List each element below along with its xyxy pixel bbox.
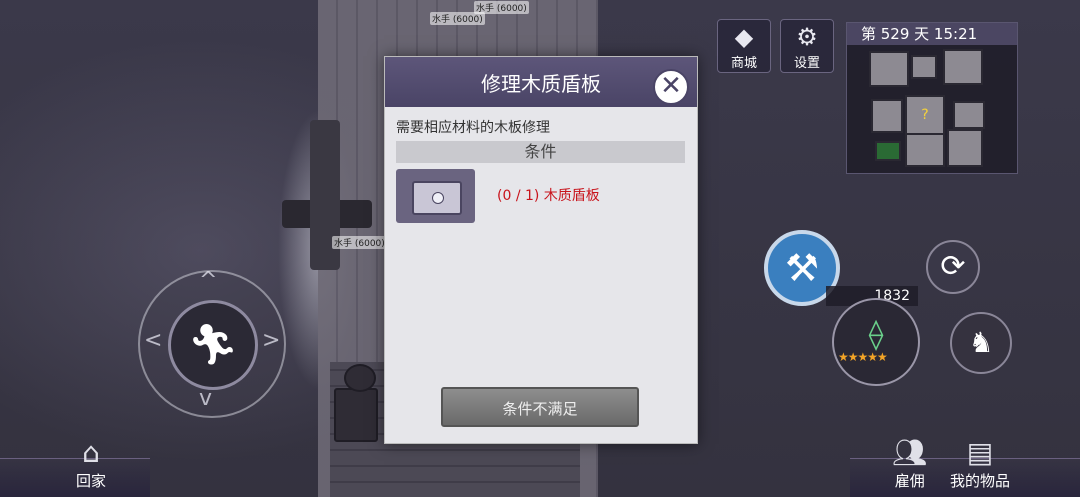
deck-crate: [334, 388, 378, 442]
minimap-room-unknown: ?: [905, 95, 945, 135]
dialog-title: 修理木质盾板: [385, 57, 697, 107]
hammer-wrench-icon: ⚒: [784, 246, 820, 290]
chest-icon: ▤: [966, 436, 994, 469]
group-icon: 👥︎: [892, 436, 928, 469]
house-icon: ⌂: [82, 436, 100, 469]
settings-button[interactable]: ⚙ 设置: [780, 19, 834, 73]
minimap-room: [911, 55, 937, 79]
pet-button[interactable]: ♞: [950, 312, 1012, 374]
weapon-stars: ★★★★★: [838, 350, 888, 364]
day-time-display: 第 529 天 15:21: [847, 23, 1017, 45]
home-label: 回家: [76, 472, 107, 490]
required-item-slot[interactable]: [396, 169, 475, 223]
diamond-icon: ◆: [734, 23, 754, 51]
minimap-room: [871, 99, 903, 133]
crew-label: 水手 (6000): [332, 236, 387, 249]
arrow-up-icon: ^: [199, 268, 218, 293]
arrow-left-icon: <: [144, 328, 163, 353]
wooden-shield-icon: [412, 181, 462, 215]
minimap-room: [869, 51, 909, 87]
running-man-icon: 🏃︎: [187, 322, 239, 368]
dialog-description: 需要相应材料的木板修理: [396, 120, 550, 136]
close-button[interactable]: ✕: [653, 69, 689, 105]
confirm-repair-button[interactable]: 条件不满足: [441, 387, 639, 427]
shop-button[interactable]: ◆ 商城: [717, 19, 771, 73]
gear-icon: ⚙: [796, 23, 818, 51]
hire-button[interactable]: 👥︎ 雇佣: [892, 436, 928, 491]
requirement-text: (0 / 1) 木质盾板: [497, 188, 600, 204]
minimap-room: [943, 49, 983, 85]
minimap[interactable]: 第 529 天 15:21 ?: [846, 22, 1018, 174]
minimap-room: [905, 133, 945, 167]
refresh-icon: ⟳: [940, 249, 966, 284]
refresh-button[interactable]: ⟳: [926, 240, 980, 294]
deck-barrel: [344, 364, 376, 392]
inventory-label: 我的物品: [950, 472, 1011, 490]
crew-label: 水手 (6000): [474, 1, 529, 14]
settings-label: 设置: [793, 56, 820, 71]
minimap-room: [953, 101, 985, 129]
weapon-slot[interactable]: ⟠: [832, 298, 920, 386]
sprint-button[interactable]: 🏃︎: [168, 300, 258, 390]
close-icon: ✕: [660, 71, 682, 101]
bottom-bar-left: [0, 458, 150, 497]
beast-icon: ♞: [968, 326, 994, 359]
repair-dialog: 修理木质盾板 ✕ 需要相应材料的木板修理 条件 (0 / 1) 木质盾板 条件不…: [384, 56, 698, 444]
shop-label: 商城: [730, 56, 757, 71]
inventory-button[interactable]: ▤ 我的物品: [950, 436, 1010, 491]
condition-header: 条件: [396, 141, 685, 163]
arrow-right-icon: >: [262, 328, 281, 353]
minimap-room: [875, 141, 901, 161]
home-button[interactable]: ⌂ 回家: [76, 436, 106, 491]
hire-label: 雇佣: [894, 472, 925, 490]
minimap-room: [947, 129, 983, 167]
